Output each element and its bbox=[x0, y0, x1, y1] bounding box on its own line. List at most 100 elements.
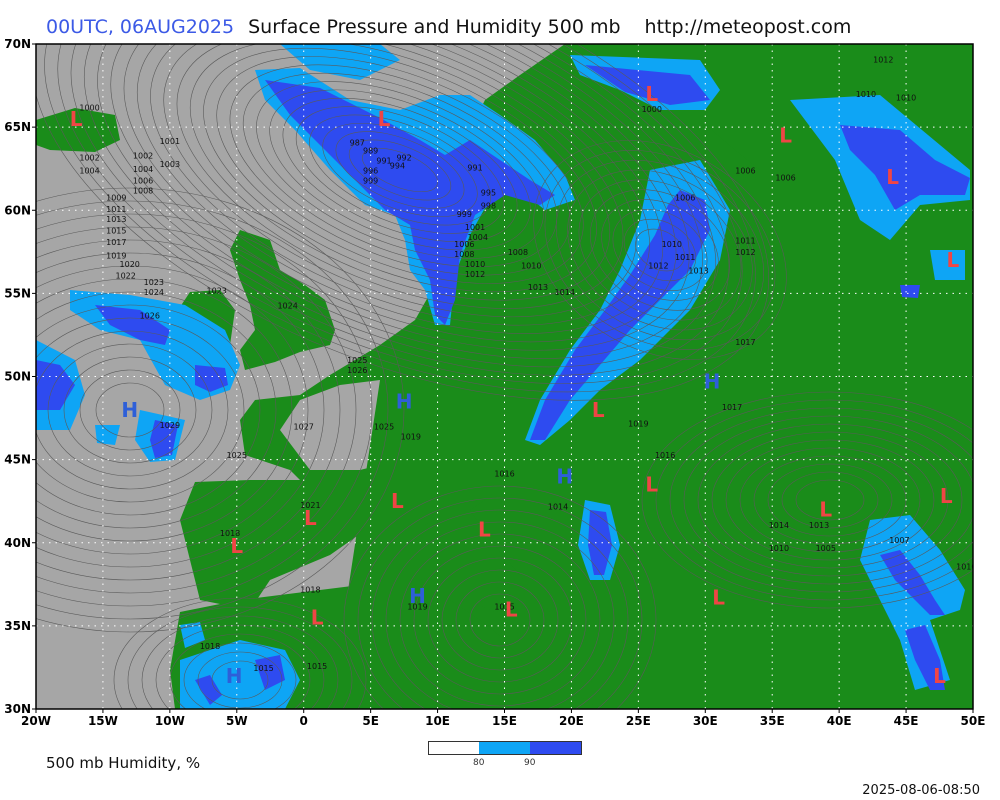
isobar-label: 1026 bbox=[140, 311, 160, 320]
scale-tick-90: 90 bbox=[524, 758, 536, 768]
low-pressure-marker: L bbox=[940, 484, 953, 508]
lon-label: 20E bbox=[559, 714, 584, 728]
isobar-label: 1029 bbox=[160, 421, 180, 430]
low-pressure-marker: L bbox=[378, 107, 391, 131]
isobar-label: 1010 bbox=[856, 90, 876, 99]
high-pressure-marker: H bbox=[226, 664, 243, 688]
isobar-label: 999 bbox=[457, 210, 472, 219]
lon-label: 40E bbox=[827, 714, 852, 728]
low-pressure-marker: L bbox=[304, 506, 317, 530]
isobar-label: 1010 bbox=[465, 260, 485, 269]
legend-label: 500 mb Humidity, % bbox=[46, 754, 201, 772]
isobar-label: 1001 bbox=[465, 223, 485, 232]
isobar-label: 989 bbox=[363, 147, 378, 156]
low-pressure-marker: L bbox=[645, 82, 658, 106]
low-pressure-marker: L bbox=[311, 606, 324, 630]
lon-label: 30E bbox=[693, 714, 718, 728]
isobar-label: 1017 bbox=[722, 403, 742, 412]
isobar-label: 1019 bbox=[401, 433, 421, 442]
isobar-label: 1011 bbox=[675, 253, 695, 262]
isobar-label: 1012 bbox=[735, 248, 755, 257]
low-pressure-marker: L bbox=[645, 473, 658, 497]
isobar-label: 1025 bbox=[347, 356, 367, 365]
high-pressure-marker: H bbox=[409, 584, 426, 608]
isobar-label: 994 bbox=[390, 162, 405, 171]
lon-label: 10W bbox=[155, 714, 185, 728]
isobar-label: 1006 bbox=[675, 193, 695, 202]
low-pressure-marker: L bbox=[819, 498, 832, 522]
isobar-label: 1025 bbox=[374, 423, 394, 432]
isobar-label: 1006 bbox=[735, 167, 755, 176]
low-pressure-marker: L bbox=[505, 597, 518, 621]
low-pressure-marker: L bbox=[230, 534, 243, 558]
isobar-label: 1008 bbox=[454, 250, 474, 259]
isobar-label: 999 bbox=[363, 177, 378, 186]
isobar-label: 1018 bbox=[300, 586, 320, 595]
high-pressure-marker: H bbox=[396, 389, 413, 413]
isobar-label: 1015 bbox=[253, 664, 273, 673]
humidity-color-scale bbox=[428, 741, 582, 755]
lon-label: 0 bbox=[300, 714, 308, 728]
isobar-label: 1008 bbox=[133, 187, 153, 196]
isobar-label: 1008 bbox=[508, 248, 528, 257]
lon-label: 5E bbox=[362, 714, 379, 728]
isobar-label: 1012 bbox=[873, 55, 893, 64]
isobar-label: 1027 bbox=[294, 423, 314, 432]
lat-label: 60N bbox=[4, 203, 31, 217]
isobar-label: 1007 bbox=[889, 536, 909, 545]
lat-label: 45N bbox=[4, 453, 31, 467]
scale-above-90 bbox=[530, 742, 581, 754]
lon-label: 35E bbox=[760, 714, 785, 728]
longitude-labels: 20W 15W 10W 5W 0 5E 10E 15E 20E 25E 30E 35E 40E 45E 50… bbox=[21, 714, 985, 728]
isobar-label: 1010 bbox=[769, 544, 789, 553]
lon-label: 50E bbox=[961, 714, 986, 728]
low-pressure-marker: L bbox=[592, 398, 605, 422]
isobar-label: 1026 bbox=[347, 366, 367, 375]
isobar-label: 1004 bbox=[133, 165, 153, 174]
isobar-label: 1016 bbox=[494, 469, 514, 478]
lat-label: 40N bbox=[4, 536, 31, 550]
isobar-label: 1025 bbox=[227, 451, 247, 460]
isobar-label: 1017 bbox=[106, 238, 126, 247]
lon-label: 5W bbox=[226, 714, 248, 728]
lon-label: 25E bbox=[626, 714, 651, 728]
isobar-label: 1012 bbox=[465, 270, 485, 279]
isobar-label: 1013 bbox=[528, 283, 548, 292]
low-pressure-marker: L bbox=[886, 165, 899, 189]
isobar-label: 996 bbox=[363, 167, 378, 176]
low-pressure-marker: L bbox=[70, 107, 83, 131]
scale-tick-80: 80 bbox=[473, 758, 485, 768]
lat-label: 70N bbox=[4, 37, 31, 51]
isobar-label: 1020 bbox=[120, 260, 140, 269]
isobar-label: 1000 bbox=[642, 105, 662, 114]
isobar-label: 1002 bbox=[79, 153, 99, 162]
isobar-label: 1006 bbox=[454, 240, 474, 249]
low-pressure-marker: L bbox=[947, 248, 960, 272]
low-pressure-marker: L bbox=[779, 123, 792, 147]
isobar-label: 1015 bbox=[106, 227, 126, 236]
isobar-label: 1013 bbox=[809, 521, 829, 530]
isobar-label: 1015 bbox=[307, 662, 327, 671]
low-pressure-marker: L bbox=[478, 517, 491, 541]
high-pressure-marker: H bbox=[556, 464, 573, 488]
isobar-label: 998 bbox=[481, 202, 496, 211]
lon-label: 15E bbox=[492, 714, 517, 728]
isobar-label: 1024 bbox=[144, 288, 164, 297]
scale-below-80 bbox=[429, 742, 479, 754]
high-pressure-marker: H bbox=[704, 369, 721, 393]
isobar-label: 1023 bbox=[207, 286, 227, 295]
isobar-label: 1022 bbox=[116, 271, 136, 280]
lat-label: 50N bbox=[4, 370, 31, 384]
low-pressure-marker: L bbox=[712, 586, 725, 610]
isobar-label: 1005 bbox=[816, 544, 836, 553]
lat-label: 35N bbox=[4, 619, 31, 633]
high-pressure-marker: H bbox=[121, 398, 138, 422]
lon-label: 45E bbox=[894, 714, 919, 728]
isobar-label: 1003 bbox=[160, 160, 180, 169]
isobar-label: 1017 bbox=[735, 338, 755, 347]
isobar-label: 995 bbox=[481, 188, 496, 197]
isobar-label: 1023 bbox=[144, 278, 164, 287]
lat-label: 55N bbox=[4, 286, 31, 300]
isobar-label: 1006 bbox=[133, 177, 153, 186]
isobar-label: 1002 bbox=[133, 152, 153, 161]
